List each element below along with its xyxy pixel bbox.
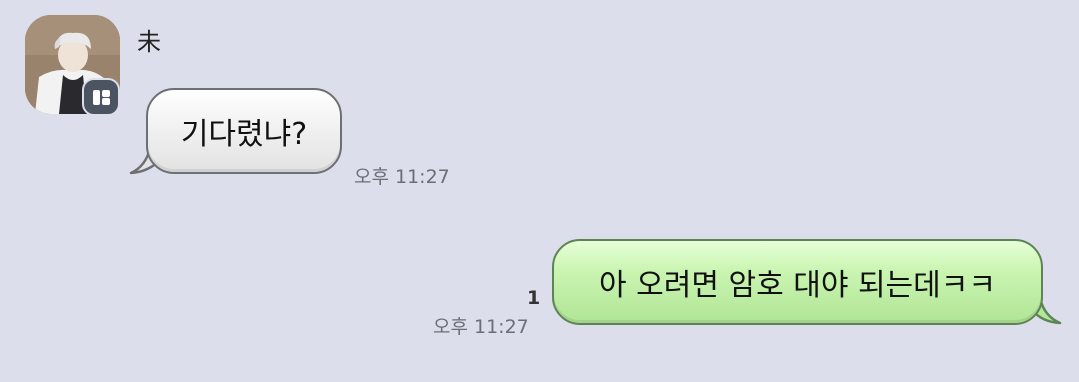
unread-count-badge: 1 bbox=[527, 287, 541, 309]
incoming-message-bubble[interactable]: 기다렸냐? bbox=[146, 88, 342, 174]
incoming-message-time: 오후 11:27 bbox=[354, 166, 450, 188]
sender-name: 未 bbox=[137, 28, 161, 56]
outgoing-message-time: 오후 11:27 bbox=[433, 316, 529, 338]
outgoing-message-text: 아 오려면 암호 대야 되는데ㅋㅋ bbox=[599, 268, 996, 303]
outgoing-message-bubble[interactable]: 아 오려면 암호 대야 되는데ㅋㅋ bbox=[552, 239, 1043, 325]
incoming-message-text: 기다렸냐? bbox=[180, 117, 308, 152]
multi-profile-badge-icon bbox=[82, 78, 120, 116]
